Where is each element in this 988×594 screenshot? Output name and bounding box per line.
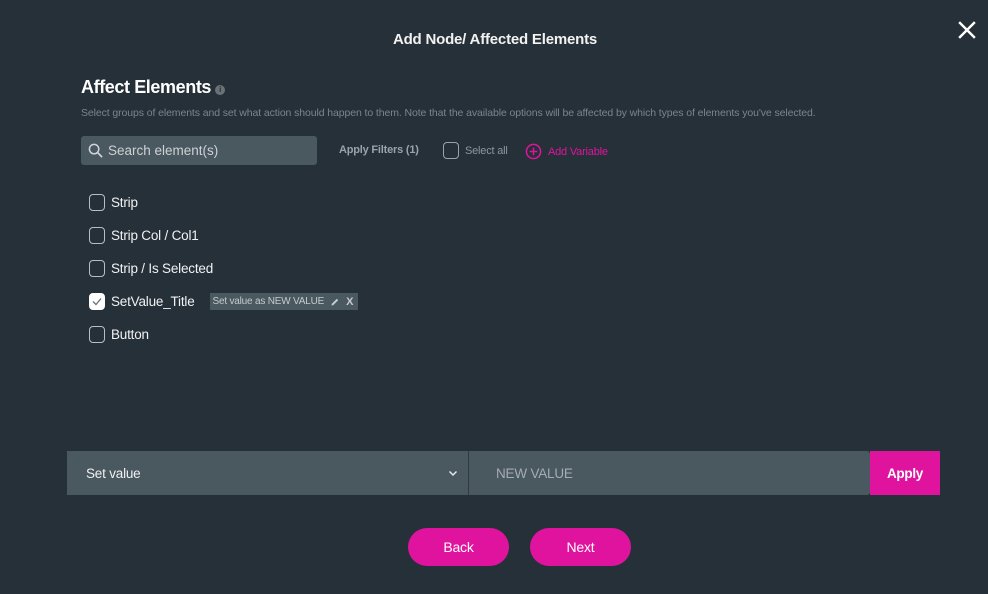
checkmark-icon [92,298,102,306]
element-label: SetValue_Title [111,294,195,309]
search-icon [88,143,103,158]
list-item[interactable]: Button [89,318,358,351]
element-label: Strip Col / Col1 [111,228,199,243]
action-bar: Set value Apply [67,451,941,495]
select-all-toggle[interactable]: Select all [443,142,508,159]
back-button[interactable]: Back [408,528,509,566]
element-list: Strip Strip Col / Col1 Strip / Is Select… [89,186,359,351]
apply-filters-button[interactable]: Apply Filters (1) [339,144,419,156]
list-item[interactable]: Strip / Is Selected [89,252,358,285]
add-variable-label: Add Variable [548,145,608,158]
add-node-dialog: Add Node/ Affected Elements Affect Eleme… [0,0,988,594]
dialog-title: Add Node/ Affected Elements [392,31,598,48]
pencil-icon[interactable] [330,297,340,307]
remove-tag-button[interactable]: X [346,296,353,308]
value-field[interactable] [469,451,870,495]
section-description: Select groups of elements and set what a… [81,107,816,119]
close-icon [958,21,976,39]
list-item[interactable]: SetValue_Title Set value as NEW VALUE X [89,285,359,318]
action-dropdown-value: Set value [86,465,141,481]
chevron-down-icon [448,470,458,476]
element-checkbox[interactable] [89,326,105,343]
section-header: Affect Elements i [81,77,226,98]
select-all-checkbox[interactable] [443,142,459,159]
element-checkbox[interactable] [89,260,105,277]
select-all-label: Select all [465,144,508,157]
search-input[interactable] [108,143,308,158]
list-item[interactable]: Strip Col / Col1 [89,219,358,252]
action-dropdown[interactable]: Set value [67,451,469,495]
section-title: Affect Elements [81,77,212,97]
action-tag-label: Set value as NEW VALUE [212,296,325,307]
close-button[interactable] [956,19,978,41]
info-icon[interactable]: i [215,84,226,95]
element-checkbox[interactable] [89,194,105,211]
plus-circle-icon [525,143,542,160]
element-label: Button [111,327,149,342]
action-tag: Set value as NEW VALUE X [209,293,359,310]
next-button[interactable]: Next [530,528,631,566]
search-field[interactable] [81,136,317,165]
element-label: Strip / Is Selected [111,261,213,276]
add-variable-button[interactable]: Add Variable [525,143,608,160]
value-input[interactable] [496,465,870,481]
apply-button[interactable]: Apply [870,451,940,495]
element-label: Strip [111,195,138,210]
list-item[interactable]: Strip [89,186,358,219]
element-checkbox[interactable] [89,227,105,244]
element-checkbox[interactable] [89,293,105,310]
